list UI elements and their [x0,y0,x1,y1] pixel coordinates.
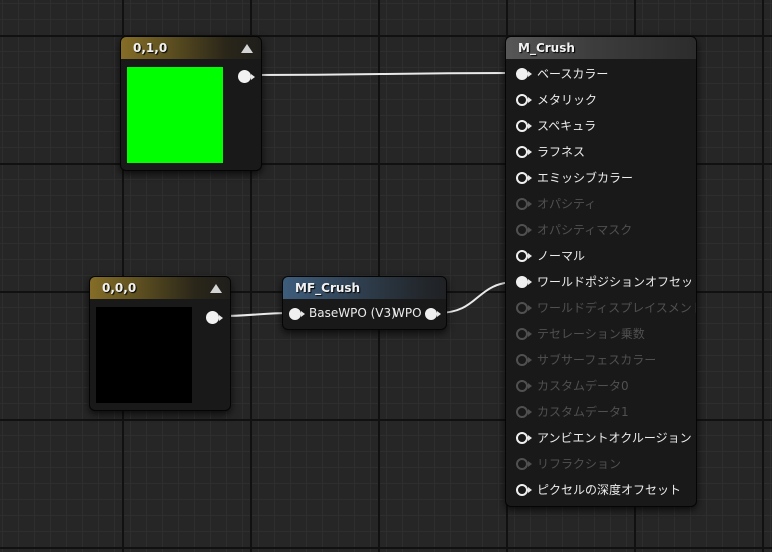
input-pin-circle-icon [516,458,532,470]
input-pin-circle-icon[interactable] [516,120,532,132]
material-input-label: オパシティ [537,197,597,211]
material-input-label: ワールドポジションオフセット [537,275,697,289]
input-pin-circle-icon [516,302,532,314]
wire-green-to-basecolor[interactable] [253,72,518,76]
input-pin-circle-icon [516,354,532,366]
input-pin-circle-icon[interactable] [516,172,532,184]
material-input-label: ベースカラー [537,67,609,81]
material-input-label: ノーマル [537,249,586,263]
input-pin-circle-icon[interactable] [516,94,532,106]
input-pin-circle-icon[interactable] [516,250,532,262]
material-input-label: スペキュラ [537,119,597,133]
node-header[interactable]: MF_Crush [283,277,446,299]
node-header[interactable]: 0,1,0 [121,37,261,59]
input-pin-circle-icon[interactable] [289,308,305,320]
node-title: 0,1,0 [133,41,168,55]
material-function-node[interactable]: MF_Crush BaseWPO (V3) WPO [282,276,447,330]
input-pin-circle-icon [516,328,532,340]
color-preview-swatch [96,307,192,403]
function-input-label: BaseWPO (V3) [309,306,396,320]
material-input-label: カスタムデータ1 [537,405,629,419]
node-title: M_Crush [518,41,575,55]
input-pin-circle-icon [516,198,532,210]
input-pin-circle-icon [516,406,532,418]
material-input-label: アンビエントオクルージョン [537,431,692,445]
collapse-triangle-icon[interactable] [241,44,253,53]
output-pin-circle-icon[interactable] [425,308,441,320]
input-pin-circle-icon [516,224,532,236]
material-input-label: リフラクション [537,457,622,471]
color-preview-swatch [127,67,223,163]
collapse-triangle-icon[interactable] [210,284,222,293]
function-output-label: WPO [393,306,422,320]
material-input-label: サブサーフェスカラー [537,353,657,367]
node-header[interactable]: 0,0,0 [90,277,230,299]
input-pin-circle-icon[interactable] [516,276,532,288]
input-pin-circle-icon [516,380,532,392]
input-pin-circle-icon[interactable] [516,484,532,496]
material-input-label: オパシティマスク [537,223,633,237]
material-input-label: カスタムデータ0 [537,379,629,393]
material-input-label: テセレーション乗数 [537,327,645,341]
node-title: 0,0,0 [102,281,137,295]
input-pin-circle-icon[interactable] [516,146,532,158]
node-title: MF_Crush [295,281,361,295]
input-pin-circle-icon[interactable] [516,432,532,444]
material-input-label: ラフネス [537,145,586,159]
constant-node-black[interactable]: 0,0,0 [89,276,231,411]
material-result-node[interactable]: M_Crush ベースカラー メタリックスペキュララフネスエミッシブカラー オパシテ… [505,36,697,507]
material-input-label: ワールドディスプレイスメント [537,301,697,315]
output-pin-circle-icon[interactable] [206,311,223,324]
constant-node-green[interactable]: 0,1,0 [120,36,262,171]
node-header[interactable]: M_Crush [506,37,696,59]
output-pin-circle-icon[interactable] [238,70,255,83]
material-input-label: ピクセルの深度オフセット [537,483,682,497]
wire-black-to-function[interactable] [220,312,291,317]
input-pin-circle-icon[interactable] [516,68,532,80]
material-input-label: メタリック [537,93,598,107]
material-input-label: エミッシブカラー [537,171,634,185]
